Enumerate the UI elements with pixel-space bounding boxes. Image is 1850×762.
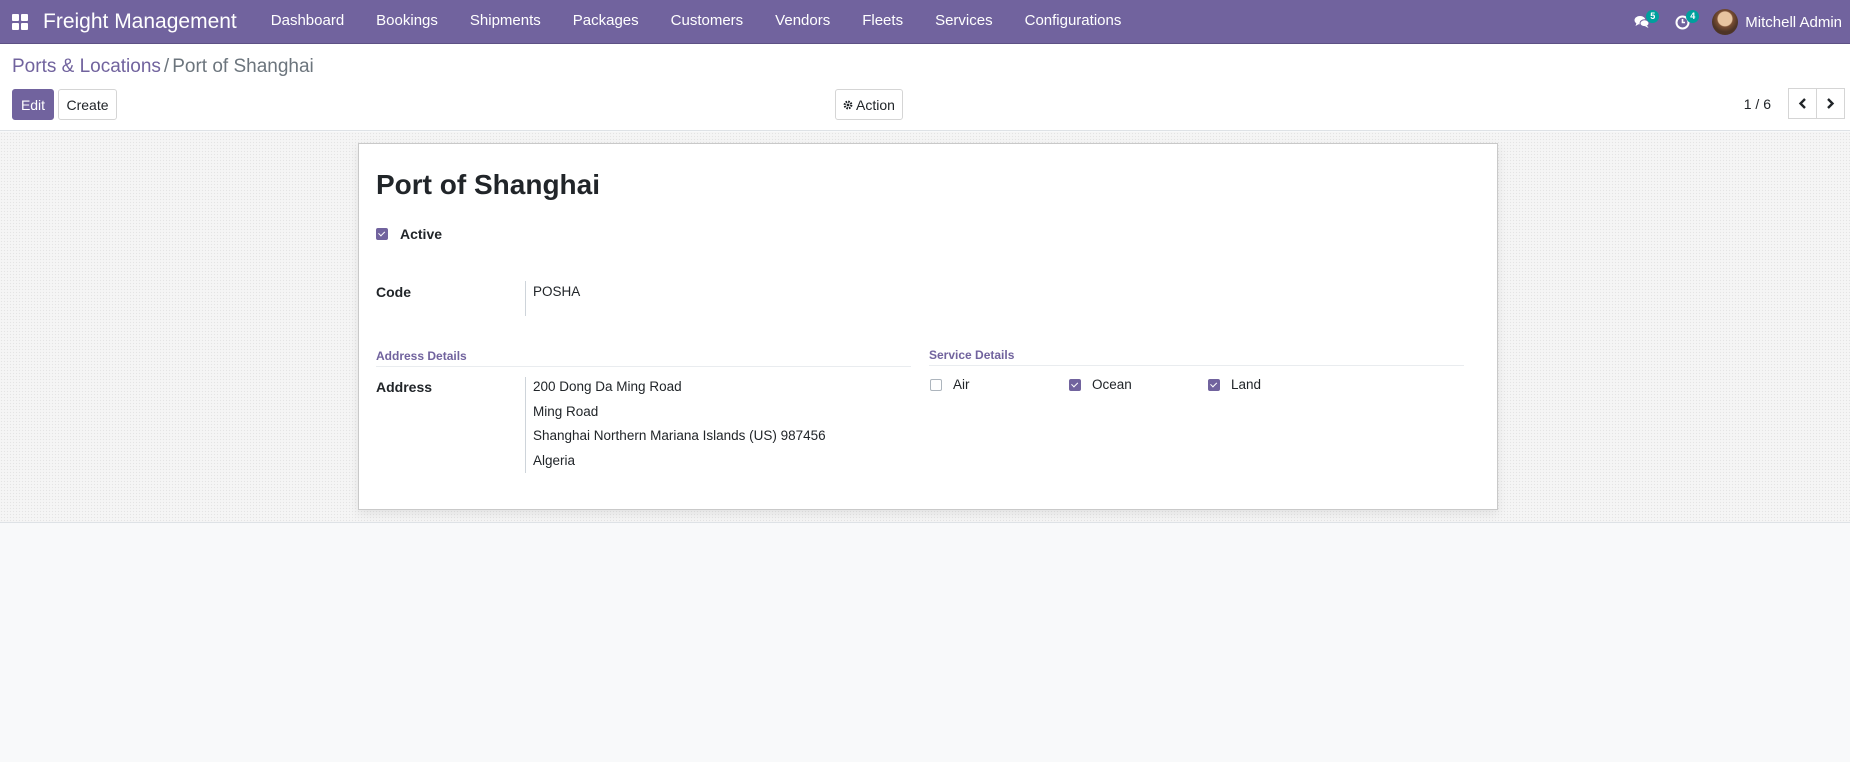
address-value[interactable]: 200 Dong Da Ming Road Ming Road Shanghai… <box>525 377 826 473</box>
active-checkbox[interactable] <box>376 228 388 240</box>
pager-next-button[interactable] <box>1816 88 1845 119</box>
create-button-label: Create <box>66 96 109 113</box>
chevron-right-icon <box>1827 98 1835 109</box>
user-menu[interactable]: Mitchell Admin <box>1712 9 1842 35</box>
address-street2: Ming Road <box>533 403 599 419</box>
avatar <box>1712 9 1739 35</box>
ocean-checkbox[interactable] <box>1069 378 1081 391</box>
menu-item-fleets[interactable]: Fleets <box>846 0 919 44</box>
address-label: Address <box>376 379 433 395</box>
service-ocean: Ocean <box>1069 377 1132 392</box>
menu-item-dashboard[interactable]: Dashboard <box>255 0 360 44</box>
address-street: 200 Dong Da Ming Road <box>533 379 682 394</box>
activities-button[interactable]: 4 <box>1662 0 1702 44</box>
pager-previous-button[interactable] <box>1788 88 1817 119</box>
create-button[interactable]: Create <box>58 89 117 120</box>
apps-menu-icon[interactable] <box>0 0 40 44</box>
action-button[interactable]: Action <box>835 89 903 120</box>
land-checkbox[interactable] <box>1208 378 1220 391</box>
active-field: Active <box>376 226 442 242</box>
form-sheet: Port of Shanghai Active Code POSHA Addre… <box>358 143 1498 510</box>
address-country: Algeria <box>533 452 576 468</box>
service-details-title: Service Details <box>929 348 1464 366</box>
air-checkbox[interactable] <box>930 378 942 391</box>
air-label: Air <box>953 377 970 392</box>
address-city-state-zip: Shanghai Northern Mariana Islands (US) 9… <box>533 428 826 443</box>
control-panel: Ports & Locations / Port of Shanghai Edit … <box>0 44 1850 131</box>
ocean-label: Ocean <box>1092 377 1132 392</box>
menu-item-customers[interactable]: Customers <box>655 0 760 44</box>
messages-button[interactable]: 5 <box>1622 0 1662 44</box>
breadcrumb-ports-locations[interactable]: Ports & Locations <box>12 56 161 77</box>
code-value[interactable]: POSHA <box>525 281 580 316</box>
chevron-left-icon <box>1798 98 1806 109</box>
service-land: Land <box>1208 377 1261 392</box>
land-label: Land <box>1231 377 1262 392</box>
active-label: Active <box>400 226 443 242</box>
menu-item-vendors[interactable]: Vendors <box>759 0 846 44</box>
menu-item-bookings[interactable]: Bookings <box>360 0 454 44</box>
user-name: Mitchell Admin <box>1745 13 1842 31</box>
menu-item-packages[interactable]: Packages <box>557 0 655 44</box>
activities-count-badge: 4 <box>1686 10 1700 23</box>
pager-value[interactable]: 1 / 6 <box>1744 96 1771 112</box>
breadcrumb-current: Port of Shanghai <box>172 56 314 77</box>
messages-count-badge: 5 <box>1646 10 1660 23</box>
breadcrumb-separator: / <box>163 56 170 77</box>
address-details-title: Address Details <box>376 349 911 367</box>
top-navbar: Freight Management Dashboard Bookings Sh… <box>0 0 1850 44</box>
record-title[interactable]: Port of Shanghai <box>376 169 600 201</box>
breadcrumb: Ports & Locations / Port of Shanghai <box>12 56 314 78</box>
service-air: Air <box>930 377 970 392</box>
code-label: Code <box>376 284 411 300</box>
app-name[interactable]: Freight Management <box>43 10 237 34</box>
menu-item-shipments[interactable]: Shipments <box>454 0 557 44</box>
menu-item-configurations[interactable]: Configurations <box>1009 0 1138 44</box>
gear-icon <box>843 100 853 109</box>
action-button-label: Action <box>856 96 895 113</box>
main-menu: Dashboard Bookings Shipments Packages Cu… <box>255 0 1138 44</box>
edit-button[interactable]: Edit <box>12 89 54 120</box>
menu-item-services[interactable]: Services <box>919 0 1009 44</box>
